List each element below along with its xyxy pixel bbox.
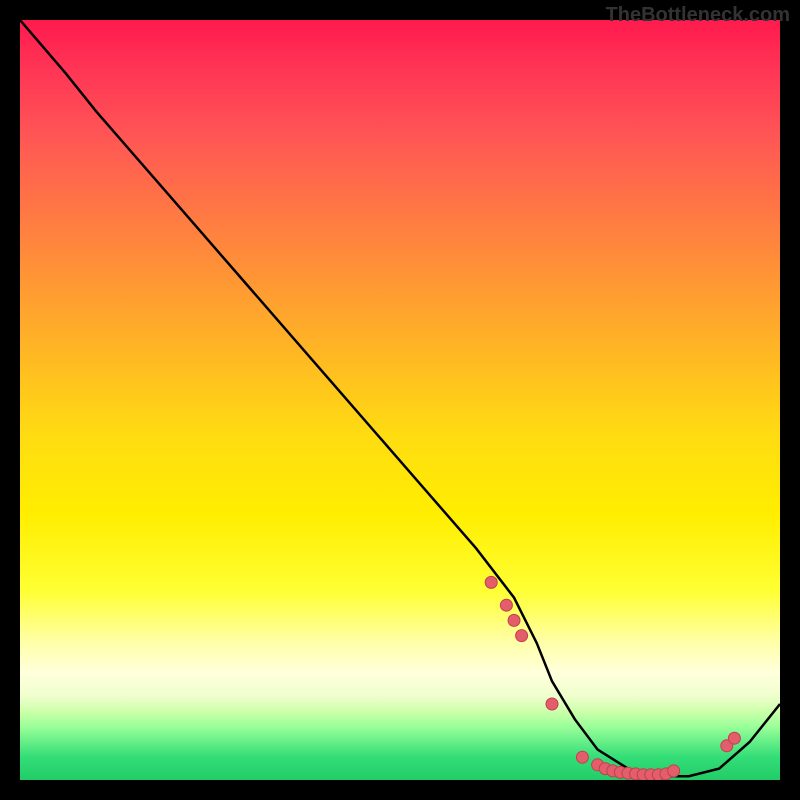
data-dot [546, 698, 558, 710]
chart-frame: TheBottleneck.com [0, 0, 800, 800]
data-dot [728, 732, 740, 744]
plot-area [20, 20, 780, 780]
data-dot [516, 630, 528, 642]
data-dots [485, 576, 740, 780]
chart-svg [20, 20, 780, 780]
data-dot [500, 599, 512, 611]
data-dot [508, 614, 520, 626]
data-dot [576, 751, 588, 763]
watermark-text: TheBottleneck.com [606, 4, 790, 27]
data-dot [668, 765, 680, 777]
data-dot [485, 576, 497, 588]
bottleneck-curve [20, 20, 780, 776]
